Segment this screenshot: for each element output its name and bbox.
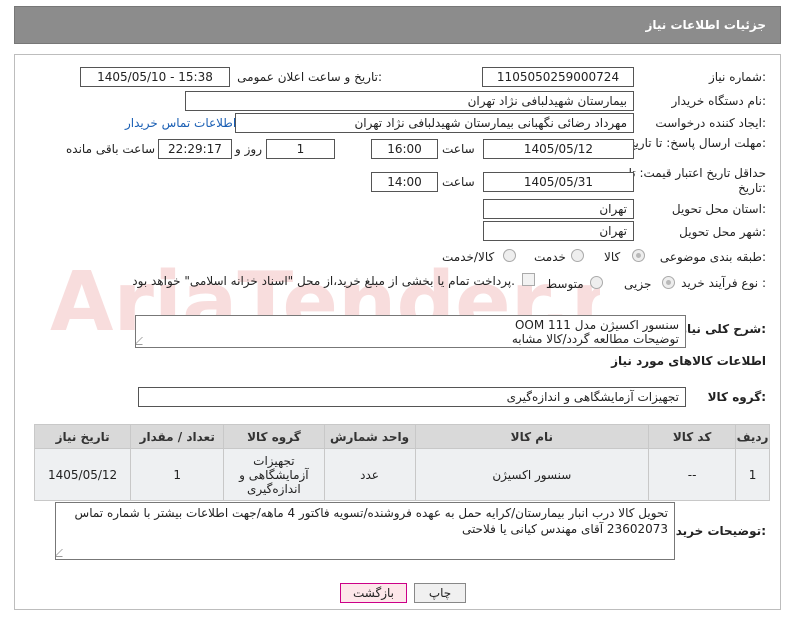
deadline-label: مهلت ارسال پاسخ: تا تاریخ: [627,136,766,150]
col-row-header: ردیف [735,424,770,449]
summary-line-1: سنسور اکسیژن مدل OOM 111 [514,318,679,332]
creator-label: ایجاد کننده درخواست: [655,116,766,130]
days-field: 1 [266,139,335,159]
deadline-time-field: 16:00 [371,139,438,159]
summary-label: شرح کلی نیاز: [680,322,766,336]
goods-group-field: تجهیزات آزمایشگاهی و اندازه‌گیری [138,387,686,407]
goods-table: ردیف کد کالا نام کالا واحد شمارش گروه کا… [33,424,770,501]
treasury-payment-checkbox[interactable] [522,273,535,286]
process-radio-minor[interactable] [662,276,675,289]
buyer-org-field: بیمارستان شهیدلبافی نژاد تهران [185,91,634,111]
cell-row: 1 [735,448,770,501]
cell-code: -- [648,448,737,501]
validity-time-field: 14:00 [371,172,438,192]
buyer-notes-label: توضیحات خریدار: [664,524,766,538]
days-label: روز و [235,142,262,156]
category-label: طبقه بندی موضوعی: [659,250,766,264]
print-button[interactable]: چاپ [414,583,466,603]
page-frame: جزئیات اطلاعات نیاز AriaTender.net شماره… [0,0,788,619]
buyer-notes-text: تحویل کالا درب انبار بیمارستان/کرایه حمل… [74,506,668,536]
announce-field: 1405/05/10 - 15:38 [80,67,230,87]
remaining-time-field: 22:29:17 [158,139,232,159]
table-row: 1 -- سنسور اکسیژن عدد تجهیزات آزمایشگاهی… [33,448,770,501]
deadline-time-label: ساعت [442,142,475,156]
process-label: نوع فرآیند خرید : [681,276,766,290]
creator-field: مهرداد رضائی نگهبانی بیمارستان شهیدلبافی… [235,113,634,133]
col-code-header: کد کالا [648,424,737,449]
process-option-minor: جزیی [624,277,652,291]
category-option-goods: کالا [604,250,621,264]
process-option-medium: متوسط [546,277,584,291]
process-radio-medium[interactable] [590,276,603,289]
cell-name: سنسور اکسیژن [414,448,650,501]
city-field: تهران [483,221,634,241]
summary-textarea[interactable]: سنسور اکسیژن مدل OOM 111 توضیحات مطالعه … [135,315,686,348]
deadline-date-field: 1405/05/12 [483,139,634,159]
city-label: شهر محل تحویل: [679,225,766,239]
category-radio-service[interactable] [571,249,584,262]
goods-section-title: اطلاعات کالاهای مورد نیاز [611,354,766,368]
contact-buyer-link[interactable]: اطلاعات تماس خریدار [125,116,236,130]
cell-qty: 1 [130,448,225,501]
page-title: جزئیات اطلاعات نیاز [645,18,766,32]
category-radio-goods-service[interactable] [503,249,516,262]
goods-group-label: گروه کالا: [707,390,766,404]
col-qty-header: تعداد / مقدار [130,424,225,449]
cell-date: 1405/05/12 [33,448,132,501]
validity-time-label: ساعت [442,175,475,189]
category-radio-goods[interactable] [632,249,645,262]
buyer-notes-textarea[interactable]: تحویل کالا درب انبار بیمارستان/کرایه حمل… [55,502,675,560]
col-name-header: نام کالا [414,424,650,449]
remaining-label: ساعت باقی مانده [66,142,156,156]
back-button[interactable]: بازگشت [340,583,407,603]
cell-unit: عدد [323,448,416,501]
table-header-row: ردیف کد کالا نام کالا واحد شمارش گروه کا… [33,424,770,449]
announce-label: تاریخ و ساعت اعلان عمومی: [237,70,382,84]
col-date-header: تاریخ نیاز [33,424,132,449]
summary-line-2: توضیحات مطالعه گردد/کالا مشابه [511,332,679,346]
buyer-org-label: نام دستگاه خریدار: [671,94,767,108]
treasury-payment-note: پرداخت تمام یا بخشی از مبلغ خرید،از محل … [132,274,515,288]
col-group-header: گروه کالا [223,424,325,449]
province-label: استان محل تحویل: [671,202,766,216]
resize-handle-icon[interactable] [56,549,70,557]
province-field: تهران [483,199,634,219]
validity-label: حداقل تاریخ اعتبار قیمت: تا تاریخ: [628,166,766,195]
col-unit-header: واحد شمارش [323,424,416,449]
need-number-label: شماره نیاز: [708,70,766,84]
need-number-field: 1105050259000724 [482,67,634,87]
validity-date-field: 1405/05/31 [483,172,634,192]
page-header: جزئیات اطلاعات نیاز [14,6,781,44]
category-option-service: خدمت [534,250,566,264]
cell-group: تجهیزات آزمایشگاهی و اندازه‌گیری [223,448,325,501]
category-option-goods-service: کالا/خدمت [442,250,495,264]
